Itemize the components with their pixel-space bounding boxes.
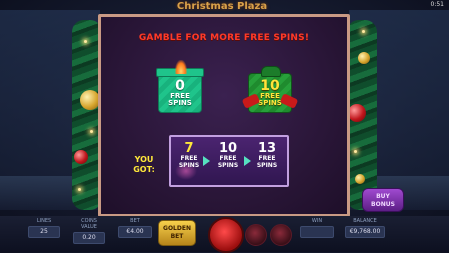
result-10-free-spins: 10 FREE SPINS — [213, 142, 243, 169]
stat-value[interactable]: 25 — [28, 226, 60, 238]
gift-bow — [261, 66, 281, 77]
gamble-modal: GAMBLE FOR MORE FREE SPINS! 0 FREE SPINS… — [98, 14, 350, 217]
gift-value: 10 — [260, 78, 280, 94]
you-got-line1: YOU — [134, 155, 154, 164]
you-got-line2: GOT: — [133, 165, 155, 174]
ornament-gold-right — [358, 52, 370, 64]
buy-bonus-button[interactable]: BUY BONUS — [362, 188, 404, 212]
fairy-light — [362, 30, 365, 33]
result-value: 10 — [218, 141, 238, 156]
results-panel: 7 FREE SPINS 10 FREE SPINS 13 FREE SPINS — [169, 135, 289, 187]
result-13-free-spins: 13 FREE SPINS — [252, 142, 282, 169]
gift-option-10-free-spins[interactable]: 10 FREE SPINS — [241, 66, 299, 113]
golden-bet-button[interactable]: GOLDEN BET — [158, 220, 196, 246]
stat-value[interactable]: 0.20 — [73, 232, 105, 244]
stat-value — [300, 226, 334, 238]
clock: 0:51 — [430, 1, 444, 8]
ornament-red-left — [74, 150, 88, 164]
lines-stat: LINES 25 — [28, 218, 60, 238]
stat-label: LINES — [36, 218, 52, 224]
fairy-light — [90, 130, 93, 133]
result-label: SPINS — [217, 162, 239, 169]
balance-stat: BALANCE €9,768.00 — [345, 218, 385, 238]
gift-value: 0 — [175, 78, 185, 94]
coin-value-stat: COINS VALUE 0.20 — [73, 218, 105, 244]
gift-label: SPINS — [168, 99, 192, 107]
stat-label: COINS VALUE — [81, 218, 97, 230]
result-label: SPINS — [256, 162, 278, 169]
stat-value: €9,768.00 — [345, 226, 385, 238]
spin-button[interactable] — [208, 217, 244, 253]
buy-bonus-line1: BUY — [376, 193, 390, 200]
result-label: SPINS — [178, 162, 200, 169]
turbo-button[interactable] — [270, 224, 292, 246]
win-stat: WIN — [300, 218, 334, 238]
ornament-red-right — [348, 104, 366, 122]
result-value: 13 — [257, 141, 277, 156]
fairy-light — [354, 150, 357, 153]
flame-icon — [175, 60, 187, 74]
buy-bonus-line2: BONUS — [371, 201, 395, 208]
gift-option-0-free-spins[interactable]: 0 FREE SPINS — [156, 60, 204, 113]
fairy-light — [78, 188, 81, 191]
fairy-light — [84, 40, 87, 43]
ornament-gold-left — [80, 90, 100, 110]
ornament-gold-right-low — [355, 174, 365, 184]
modal-title: GAMBLE FOR MORE FREE SPINS! — [138, 33, 310, 43]
stat-label: WIN — [311, 218, 323, 224]
result-value: 7 — [184, 141, 194, 156]
autoplay-button[interactable] — [245, 224, 267, 246]
stat-value[interactable]: €4.00 — [118, 226, 152, 238]
stat-label: BET — [130, 218, 140, 224]
golden-bet-line1: GOLDEN — [163, 225, 191, 232]
bet-stat: BET €4.00 — [118, 218, 152, 238]
game-title: Christmas Plaza — [176, 1, 268, 12]
stat-label: BALANCE — [353, 218, 377, 224]
result-7-free-spins: 7 FREE SPINS — [174, 142, 204, 169]
golden-bet-line2: BET — [170, 233, 184, 240]
arrow-right-icon — [244, 156, 251, 166]
you-got-label: YOU GOT: — [131, 155, 157, 175]
arrow-right-icon — [203, 156, 210, 166]
